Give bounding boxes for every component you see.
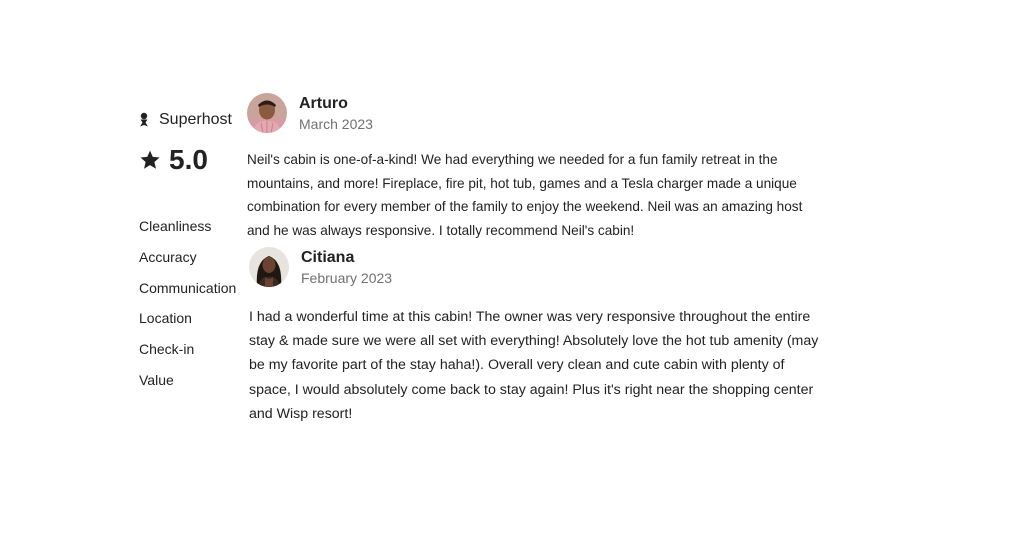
- category-value: Value: [139, 371, 174, 388]
- category-check-in: Check-in: [139, 341, 195, 358]
- category-accuracy: Accuracy: [139, 248, 197, 265]
- review-date: March 2023: [299, 115, 373, 132]
- reviews-page: Superhost 5.0 Cleanliness Accuracy Commu…: [0, 0, 1024, 558]
- category-cleanliness: Cleanliness: [139, 218, 212, 234]
- avatar[interactable]: [249, 247, 289, 287]
- review-text: Neil's cabin is one-of-a-kind! We had ev…: [247, 152, 803, 238]
- superhost-icon: [139, 112, 149, 128]
- superhost-badge: Superhost: [139, 111, 232, 129]
- superhost-label: Superhost: [159, 111, 232, 128]
- category-communication: Communication: [139, 279, 237, 296]
- overall-rating: 5.0: [139, 144, 208, 176]
- reviewer-meta: Arturo March 2023: [299, 94, 373, 133]
- review-item: Citiana February 2023 I had a wonderful …: [249, 247, 819, 426]
- reviewer-name: Citiana: [301, 248, 355, 266]
- rating-categories: Cleanliness Accuracy Communication Locat…: [139, 218, 236, 403]
- star-icon: [139, 149, 161, 171]
- review-date: February 2023: [301, 269, 393, 286]
- reviewer-meta: Citiana February 2023: [301, 248, 392, 287]
- overall-rating-value: 5.0: [169, 144, 208, 175]
- review-text: I had a wonderful time at this cabin! Th…: [249, 309, 819, 422]
- category-location: Location: [139, 310, 192, 327]
- reviewer-header: Citiana February 2023: [249, 247, 819, 287]
- reviewer-name: Arturo: [299, 94, 348, 112]
- avatar[interactable]: [247, 93, 287, 133]
- reviewer-header: Arturo March 2023: [247, 93, 807, 133]
- review-item: Arturo March 2023 Neil's cabin is one-of…: [247, 93, 807, 242]
